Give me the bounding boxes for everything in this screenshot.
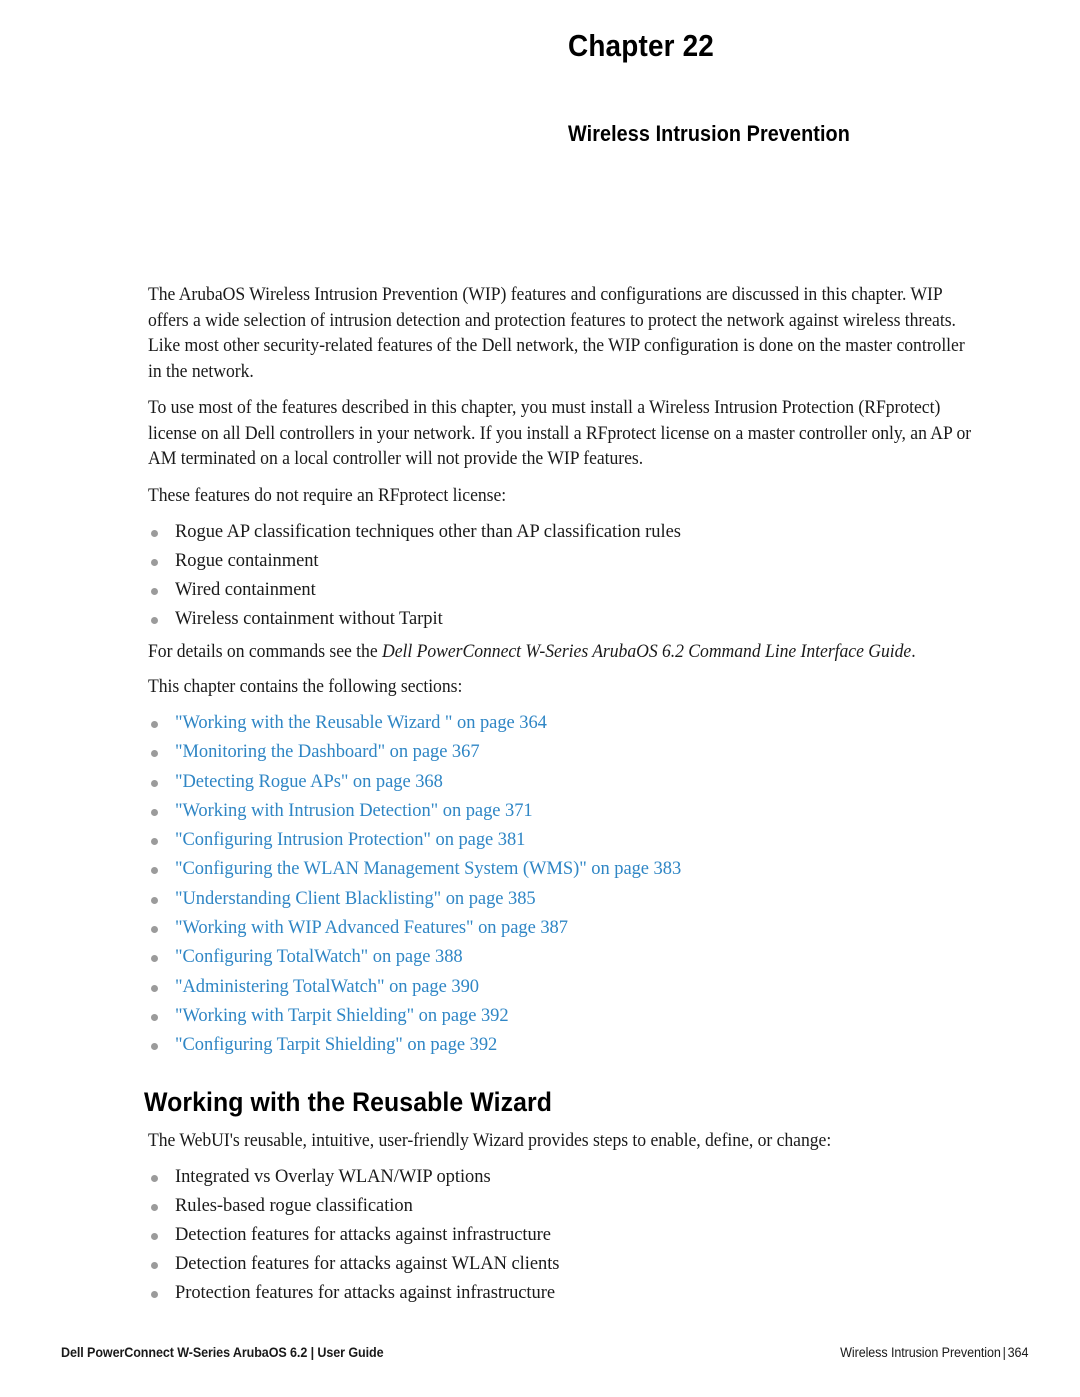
page-footer: Dell PowerConnect W-Series ArubaOS 6.2 |… (0, 1345, 1080, 1369)
toc-link-label: "Working with Tarpit Shielding" on page … (175, 1005, 509, 1026)
chapter-number-title: Chapter 22 (568, 28, 715, 63)
list-item: Wireless containment without Tarpit (148, 605, 1018, 634)
cli-guide-note-suffix: . (911, 642, 916, 662)
footer-chapter-title: Wireless Intrusion Prevention (839, 1345, 1001, 1360)
section-heading-reusable-wizard: Working with the Reusable Wizard (144, 1086, 553, 1117)
intro-paragraph-2: To use most of the features described in… (148, 398, 972, 469)
no-license-lead-in: These features do not require an RFprote… (148, 485, 507, 506)
toc-link-configuring-tarpit-shielding[interactable]: "Configuring Tarpit Shielding" on page 3… (148, 1031, 1018, 1060)
toc-link-intrusion-detection[interactable]: "Working with Intrusion Detection" on pa… (148, 797, 1018, 826)
toc-link-intrusion-protection[interactable]: "Configuring Intrusion Protection" on pa… (148, 826, 1018, 855)
toc-link-label: "Configuring Tarpit Shielding" on page 3… (175, 1035, 498, 1056)
toc-link-label: "Monitoring the Dashboard" on page 367 (175, 742, 480, 763)
wizard-capability-list: Integrated vs Overlay WLAN/WIP options R… (148, 1163, 1018, 1308)
toc-link-monitoring-dashboard[interactable]: "Monitoring the Dashboard" on page 367 (148, 738, 1018, 767)
list-item: Rules-based rogue classification (148, 1192, 1018, 1221)
document-page: Chapter 22 Wireless Intrusion Prevention… (0, 0, 1080, 1397)
toc-link-label: "Working with WIP Advanced Features" on … (175, 918, 568, 939)
toc-link-label: "Configuring Intrusion Protection" on pa… (175, 830, 526, 851)
toc-link-reusable-wizard[interactable]: "Working with the Reusable Wizard " on p… (148, 709, 1018, 738)
no-license-feature-list: Rogue AP classification techniques other… (148, 518, 1018, 634)
toc-link-administering-totalwatch[interactable]: "Administering TotalWatch" on page 390 (148, 973, 1018, 1002)
toc-link-label: "Understanding Client Blacklisting" on p… (175, 888, 536, 909)
intro-paragraph-1: The ArubaOS Wireless Intrusion Preventio… (148, 285, 965, 382)
toc-link-wlan-management-system[interactable]: "Configuring the WLAN Management System … (148, 855, 1018, 884)
chapter-section-link-list: "Working with the Reusable Wizard " on p… (148, 709, 1018, 1061)
cli-guide-title: Dell PowerConnect W-Series ArubaOS 6.2 C… (382, 642, 912, 662)
toc-link-label: "Configuring the WLAN Management System … (175, 859, 682, 880)
toc-link-label: "Working with Intrusion Detection" on pa… (175, 800, 533, 821)
list-item: Detection features for attacks against i… (148, 1221, 1018, 1250)
list-item: Wired containment (148, 576, 1018, 605)
toc-link-label: "Working with the Reusable Wizard " on p… (175, 713, 547, 733)
toc-link-working-tarpit-shielding[interactable]: "Working with Tarpit Shielding" on page … (148, 1002, 1018, 1031)
footer-product-name: Dell PowerConnect W-Series ArubaOS 6.2 |… (61, 1345, 384, 1360)
cli-guide-note: For details on commands see the Dell Pow… (148, 640, 979, 666)
toc-link-detecting-rogue-aps[interactable]: "Detecting Rogue APs" on page 368 (148, 768, 1018, 797)
toc-link-client-blacklisting[interactable]: "Understanding Client Blacklisting" on p… (148, 885, 1018, 914)
sections-lead-in: This chapter contains the following sect… (148, 676, 463, 697)
list-item: Rogue containment (148, 547, 1018, 576)
list-item: Integrated vs Overlay WLAN/WIP options (148, 1163, 1018, 1192)
footer-separator: | (1002, 1345, 1006, 1360)
toc-link-wip-advanced-features[interactable]: "Working with WIP Advanced Features" on … (148, 914, 1018, 943)
list-item: Detection features for attacks against W… (148, 1250, 1018, 1279)
chapter-heading-block: Chapter 22 Wireless Intrusion Prevention (568, 30, 1028, 145)
wizard-intro-paragraph: The WebUI's reusable, intuitive, user-fr… (148, 1130, 832, 1151)
toc-link-configuring-totalwatch[interactable]: "Configuring TotalWatch" on page 388 (148, 943, 1018, 972)
toc-link-label: "Administering TotalWatch" on page 390 (175, 976, 479, 997)
toc-link-label: "Configuring TotalWatch" on page 388 (175, 947, 463, 968)
list-item: Rogue AP classification techniques other… (148, 518, 1018, 547)
footer-chapter-and-page: Wireless Intrusion Prevention | 364 (840, 1345, 1028, 1360)
footer-page-number: 364 (1007, 1345, 1028, 1360)
cli-guide-note-prefix: For details on commands see the (148, 642, 383, 662)
page-content: The ArubaOS Wireless Intrusion Preventio… (144, 283, 1018, 1314)
chapter-subtitle: Wireless Intrusion Prevention (568, 121, 850, 146)
toc-link-label: "Detecting Rogue APs" on page 368 (175, 771, 443, 792)
list-item: Protection features for attacks against … (148, 1279, 1018, 1308)
